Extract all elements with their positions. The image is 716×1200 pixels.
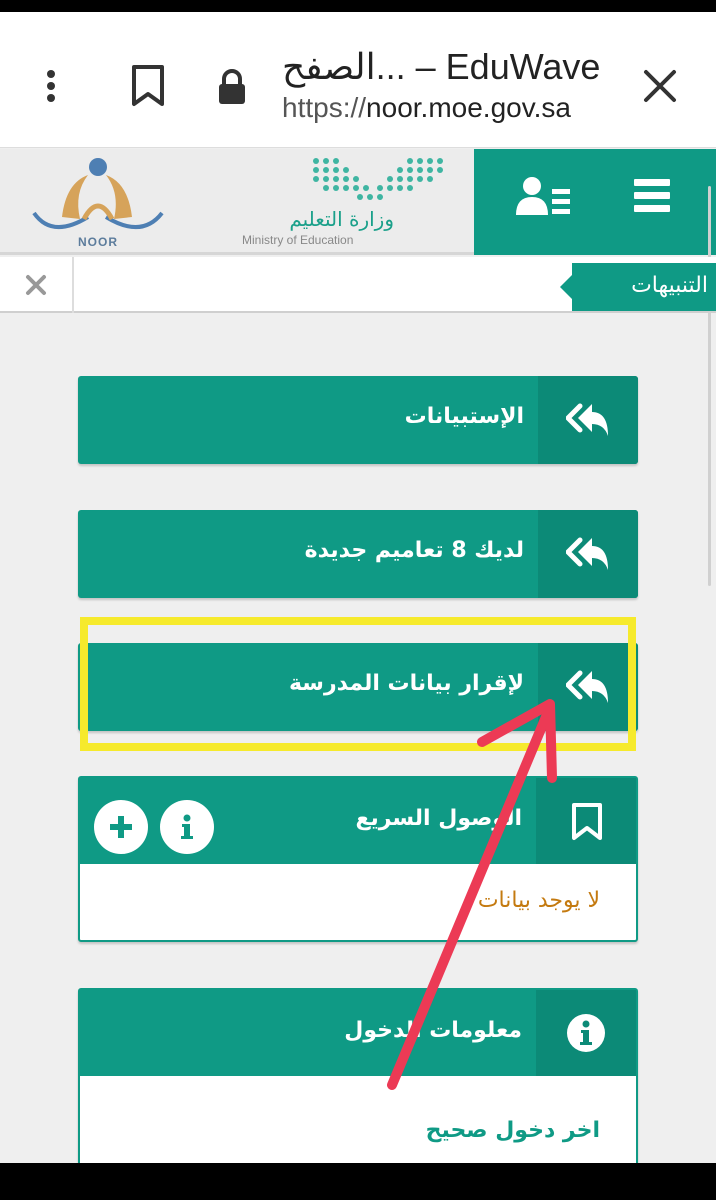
- status-bar-strip: [0, 0, 716, 12]
- page-title: الصفح... – EduWave: [282, 46, 601, 87]
- info-circle-icon: [536, 990, 636, 1076]
- scrollbar[interactable]: [708, 186, 711, 586]
- notifications-bar: التنبيهات: [0, 257, 716, 313]
- highlight-box: [80, 617, 636, 751]
- reply-all-icon: [538, 376, 638, 464]
- close-icon[interactable]: [640, 66, 680, 110]
- login-info-title: معلومات الدخول: [344, 1018, 522, 1043]
- close-icon: [26, 275, 46, 295]
- notifications-close-button[interactable]: [0, 257, 74, 313]
- empty-state-text: لا يوجد بيانات: [477, 888, 600, 913]
- quick-access-title: الوصول السريع: [355, 806, 522, 831]
- last-login-label: اخر دخول صحيح: [425, 1118, 600, 1143]
- login-info-header: معلومات الدخول: [80, 990, 636, 1076]
- bookmark-icon[interactable]: [128, 64, 168, 112]
- ministry-name-english: Ministry of Education: [242, 233, 354, 247]
- header-actions: [474, 149, 716, 255]
- notifications-tab-label: التنبيهات: [631, 273, 708, 298]
- ministry-name-arabic: وزارة التعليم: [289, 207, 394, 231]
- info-icon: [181, 814, 193, 839]
- info-button[interactable]: [160, 800, 214, 854]
- navigation-bar-strip: [0, 1163, 716, 1200]
- card-label: الإستبيانات: [404, 404, 524, 429]
- url-host: noor.moe.gov.sa: [366, 92, 571, 123]
- reply-all-icon: [538, 510, 638, 598]
- quick-access-header: الوصول السريع: [80, 778, 636, 864]
- url-scheme: https://: [282, 92, 367, 123]
- add-button[interactable]: [94, 800, 148, 854]
- notifications-tab[interactable]: التنبيهات: [560, 263, 716, 311]
- hamburger-menu-icon[interactable]: [634, 179, 670, 213]
- browser-menu-icon[interactable]: [36, 66, 66, 106]
- quick-access-panel: الوصول السريع لا يوجد بيانات: [78, 776, 638, 942]
- url-field[interactable]: https://noor.moe.gov.sa: [282, 92, 571, 124]
- site-header: NOOR وزارة التعليم Ministry of Education: [0, 149, 716, 255]
- lock-icon: [216, 68, 248, 110]
- card-label: لديك 8 تعاميم جديدة: [304, 538, 524, 563]
- browser-toolbar: الصفح... – EduWave https://noor.moe.gov.…: [0, 12, 716, 148]
- bookmark-icon: [536, 778, 636, 864]
- surveys-card[interactable]: الإستبيانات: [78, 376, 638, 464]
- circulars-card[interactable]: لديك 8 تعاميم جديدة: [78, 510, 638, 598]
- plus-icon: [110, 816, 132, 838]
- login-info-panel: معلومات الدخول اخر دخول صحيح: [78, 988, 638, 1178]
- ministry-logo: وزارة التعليم Ministry of Education: [230, 155, 450, 251]
- noor-label: NOOR: [78, 235, 118, 249]
- noor-logo: NOOR: [22, 153, 172, 253]
- user-list-icon[interactable]: [516, 175, 572, 223]
